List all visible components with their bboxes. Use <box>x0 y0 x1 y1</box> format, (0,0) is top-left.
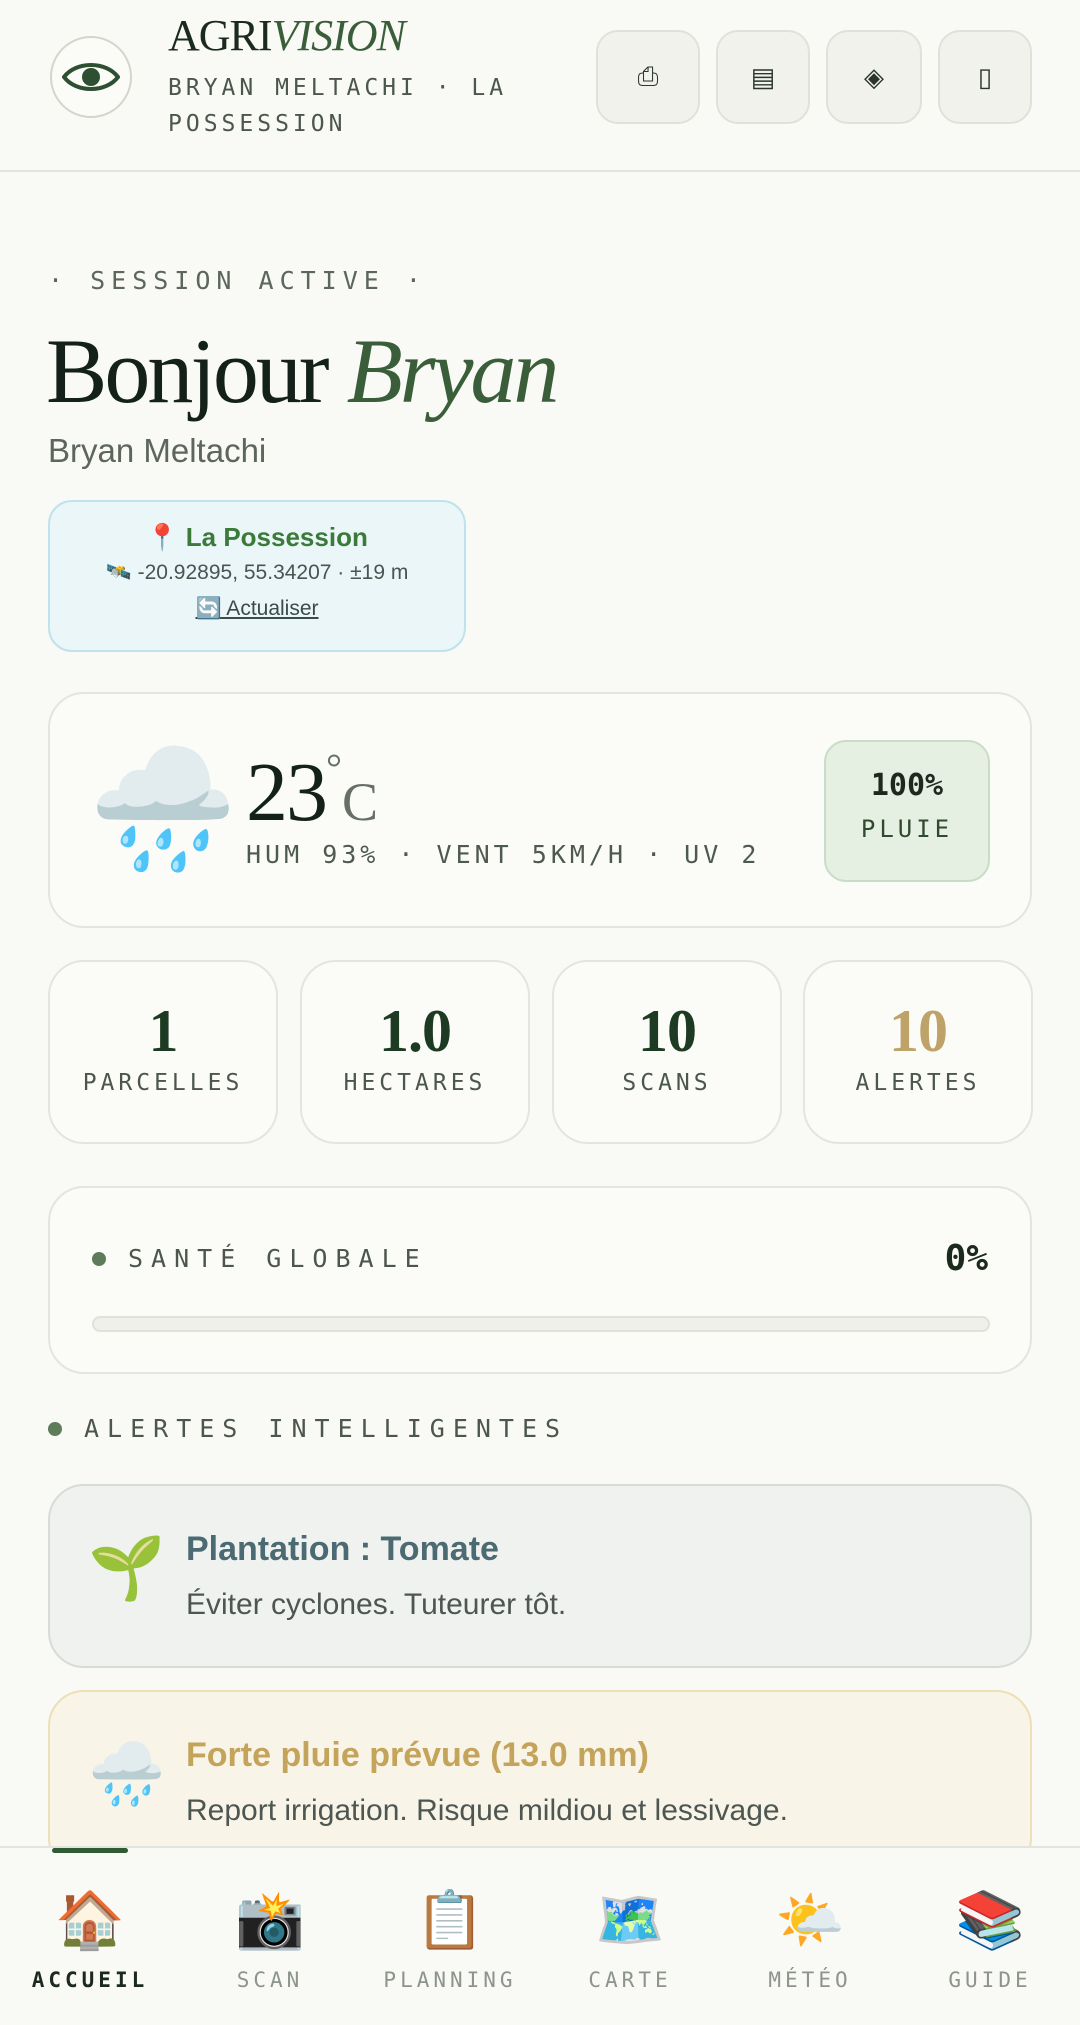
nav-label: MÉTÉO <box>768 1968 852 1992</box>
pin-icon: 📍 <box>146 522 179 552</box>
user-location-subtitle: BRYAN MELTACHI · LA POSSESSION <box>168 75 508 137</box>
nav-label: GUIDE <box>948 1968 1032 1992</box>
nav-label: SCAN <box>236 1968 304 1992</box>
stat-value: 1.0 <box>379 998 452 1064</box>
clipboard-icon: 📋 <box>415 1888 485 1951</box>
alert-title: Plantation : Tomate <box>186 1530 499 1568</box>
logout-button[interactable]: ▯ <box>938 30 1032 124</box>
degree-symbol: ° <box>326 745 342 790</box>
nav-label: PLANNING <box>383 1968 517 1992</box>
greeting-hello: Bonjour <box>46 320 330 422</box>
health-label: SANTÉ GLOBALE <box>92 1244 428 1273</box>
list-button[interactable]: ▤ <box>716 30 810 124</box>
alert-body: Report irrigation. Risque mildiou et les… <box>186 1794 788 1827</box>
location-card: 📍 La Possession 🛰️ -20.92895, 55.34207 ·… <box>48 500 466 652</box>
bottom-navigation: 🏠 ACCUEIL 📸 SCAN 📋 PLANNING 🗺️ CARTE 🌤️ … <box>0 1846 1080 2025</box>
world-map-icon: 🗺️ <box>595 1888 665 1951</box>
app-brand: AGRIVISION <box>168 10 406 61</box>
nav-item-planning[interactable]: 📋 PLANNING <box>360 1888 540 1992</box>
diamond-button[interactable]: ◈ <box>826 30 922 124</box>
active-tab-indicator <box>52 1848 128 1853</box>
stat-label: PARCELLES <box>82 1070 244 1096</box>
gps-coordinates: 🛰️ -20.92895, 55.34207 · ±19 m <box>105 561 409 584</box>
nav-item-carte[interactable]: 🗺️ CARTE <box>540 1888 720 1992</box>
share-icon: ⎙ <box>637 61 659 91</box>
nav-label: CARTE <box>588 1968 672 1992</box>
health-label-text: SANTÉ GLOBALE <box>128 1244 428 1273</box>
stat-label: SCANS <box>622 1070 712 1096</box>
eye-logo-icon[interactable] <box>50 36 132 118</box>
status-dot <box>48 1421 62 1436</box>
stat-value: 10 <box>889 998 948 1064</box>
session-kicker: · SESSION ACTIVE · <box>48 266 427 295</box>
alert-title: Forte pluie prévue (13.0 mm) <box>186 1736 649 1774</box>
global-health-card: SANTÉ GLOBALE 0% <box>48 1186 1032 1374</box>
rain-percent: 100% <box>870 768 944 803</box>
diamond-icon: ◈ <box>864 61 884 92</box>
camera-icon: 📸 <box>235 1888 305 1951</box>
rain-cloud-icon: 🌧️ <box>88 742 238 876</box>
alert-card-plantation[interactable]: 🌱 Plantation : Tomate Éviter cyclones. T… <box>48 1484 1032 1668</box>
health-percent: 0% <box>944 1238 988 1279</box>
logout-icon: ▯ <box>977 61 993 92</box>
seedling-icon: 🌱 <box>88 1534 166 1603</box>
list-icon: ▤ <box>750 61 776 92</box>
nav-item-scan[interactable]: 📸 SCAN <box>180 1888 360 1992</box>
nav-label: ACCUEIL <box>31 1968 149 1992</box>
stat-value: 10 <box>638 998 697 1064</box>
nav-item-accueil[interactable]: 🏠 ACCUEIL <box>0 1888 180 1992</box>
books-icon: 📚 <box>955 1888 1025 1951</box>
temperature: 23°C <box>246 744 378 841</box>
share-button[interactable]: ⎙ <box>596 30 700 124</box>
temperature-unit: C <box>342 772 379 832</box>
greeting-title: Bonjour Bryan <box>46 318 560 424</box>
rain-cloud-icon: 🌧️ <box>88 1740 166 1809</box>
stat-label: ALERTES <box>855 1070 981 1096</box>
status-dot <box>92 1251 106 1266</box>
house-icon: 🏠 <box>55 1888 125 1951</box>
weather-card[interactable]: 🌧️ 23°C HUM 93% · VENT 5KM/H · UV 2 100%… <box>48 692 1032 928</box>
rain-label: PLUIE <box>860 815 954 843</box>
alert-body: Éviter cyclones. Tuteurer tôt. <box>186 1588 567 1621</box>
stat-hectares[interactable]: 1.0 HECTARES <box>300 960 530 1144</box>
brand-vision: VISION <box>271 11 406 60</box>
location-title: 📍 La Possession <box>50 522 464 553</box>
health-progress-bar <box>92 1316 990 1332</box>
alerts-section-title: ALERTES INTELLIGENTES <box>48 1414 568 1443</box>
stat-value: 1 <box>148 998 179 1064</box>
brand-agri: AGRI <box>168 11 273 60</box>
user-full-name: Bryan Meltachi <box>48 432 267 469</box>
stat-parcelles[interactable]: 1 PARCELLES <box>48 960 278 1144</box>
greeting-first-name: Bryan <box>346 320 560 422</box>
sun-cloud-icon: 🌤️ <box>775 1888 845 1951</box>
location-name: La Possession <box>185 522 368 552</box>
app-header: AGRIVISION BRYAN MELTACHI · LA POSSESSIO… <box>0 0 1080 172</box>
stat-label: HECTARES <box>343 1070 487 1096</box>
nav-item-meteo[interactable]: 🌤️ MÉTÉO <box>720 1888 900 1992</box>
stat-alertes[interactable]: 10 ALERTES <box>803 960 1033 1144</box>
weather-details: HUM 93% · VENT 5KM/H · UV 2 <box>246 840 761 869</box>
temperature-value: 23 <box>246 746 328 839</box>
alerts-section-label: ALERTES INTELLIGENTES <box>84 1414 569 1443</box>
stat-scans[interactable]: 10 SCANS <box>552 960 782 1144</box>
refresh-location-link[interactable]: 🔄 Actualiser <box>50 597 464 621</box>
rain-probability-badge: 100% PLUIE <box>824 740 990 882</box>
nav-item-guide[interactable]: 📚 GUIDE <box>900 1888 1080 1992</box>
